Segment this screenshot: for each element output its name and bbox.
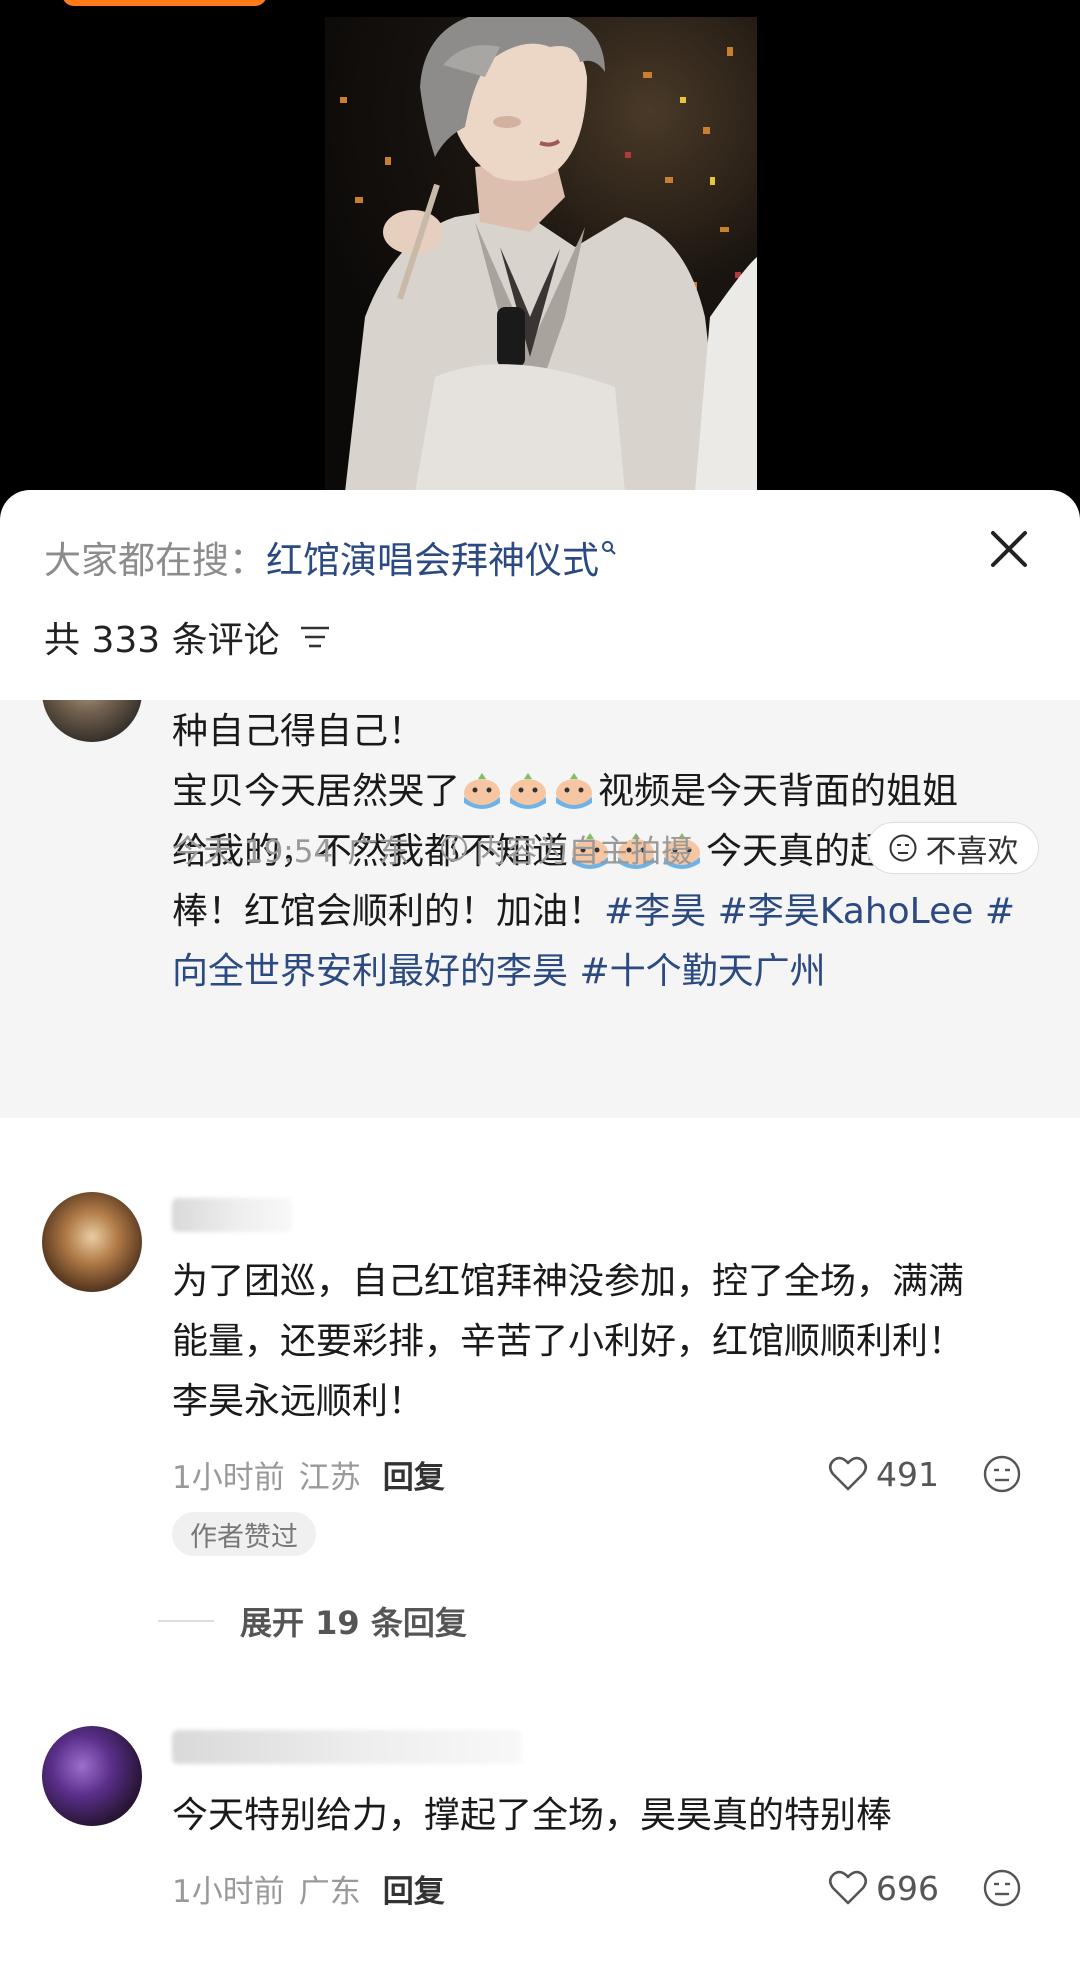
search-icon	[602, 541, 616, 555]
comment-body: 为了团巡，自己红馆拜神没参加，控了全场，满满 能量，还要彩排，辛苦了小利好，红馆…	[172, 1252, 964, 1432]
trending-search-term[interactable]: 红馆演唱会拜神仪式	[266, 530, 599, 584]
top-orange-pill[interactable]	[62, 0, 267, 6]
comment-location: 广东	[298, 1873, 361, 1910]
sort-filter-icon[interactable]	[298, 623, 332, 651]
video-frame[interactable]	[325, 17, 757, 492]
neutral-face-icon	[889, 834, 916, 862]
comment-location: 广东	[347, 833, 410, 870]
comment-line: 能量，还要彩排，辛苦了小利好，红馆顺顺利利！	[172, 1321, 965, 1362]
pinned-comment-line: 向全世界安利最好的李昊 #十个勤天广州	[172, 942, 1015, 1002]
avatar[interactable]	[42, 1726, 142, 1826]
author-liked-badge: 作者赞过	[172, 1512, 316, 1556]
hashtag-link[interactable]: #李昊KahoLee	[718, 891, 974, 932]
video-still-image	[340, 17, 757, 492]
crying-emoji-icon	[556, 773, 593, 809]
heart-outline-icon	[828, 1456, 868, 1491]
comment-line: 今天特别给力，撑起了全场，昊昊真的特别棒	[172, 1795, 893, 1836]
comment-time: 1小时前	[172, 1873, 285, 1910]
comment-time: 今天 19:54	[172, 833, 334, 870]
trending-search-row[interactable]: 大家都在搜： 红馆演唱会拜神仪式	[44, 532, 617, 582]
pinned-comment-meta: 今天 19:54 广东 内容为自主拍摄	[172, 822, 692, 874]
comment-line: 为了团巡，自己红馆拜神没参加，控了全场，满满	[172, 1261, 965, 1302]
close-icon[interactable]	[987, 527, 1031, 571]
username-blurred[interactable]	[172, 1198, 292, 1232]
comment-meta: 1小时前 广东 回复	[172, 1862, 445, 1914]
like-button[interactable]: 491	[828, 1448, 939, 1500]
like-button[interactable]: 696	[828, 1862, 939, 1914]
pinned-comment-line: 棒！红馆会顺利的！加油！#李昊 #李昊KahoLee #	[172, 882, 1015, 942]
crying-emoji-group	[460, 771, 598, 812]
comment-text-segment: 宝贝今天居然哭了	[172, 771, 461, 812]
hashtag-link[interactable]: #李昊	[604, 891, 706, 932]
expand-replies-label: 展开 19 条回复	[240, 1604, 467, 1642]
comment-line: 李昊永远顺利！	[172, 1381, 425, 1422]
comment-time: 1小时前	[172, 1459, 285, 1496]
content-notice: 内容为自主拍摄	[475, 833, 693, 870]
divider	[158, 1620, 214, 1622]
pinned-comment-line: 宝贝今天居然哭了 视频是今天背面的姐姐	[172, 762, 1015, 822]
like-count: 491	[876, 1454, 939, 1494]
heart-outline-icon	[828, 1870, 868, 1905]
reply-button[interactable]: 回复	[383, 1866, 445, 1911]
hashtag-link[interactable]: #十个勤天广州	[579, 951, 825, 992]
comment-meta: 1小时前 江苏 回复	[172, 1448, 445, 1500]
avatar[interactable]	[42, 700, 142, 742]
comment-text-segment: 棒！红馆会顺利的！加油！	[172, 891, 605, 932]
hashtag-link[interactable]: #	[985, 891, 1015, 932]
avatar[interactable]	[42, 1192, 142, 1292]
comment-count-label: 共 333 条评论	[44, 620, 280, 661]
dislike-button[interactable]: 不喜欢	[867, 822, 1039, 874]
comment-body: 今天特别给力，撑起了全场，昊昊真的特别棒	[172, 1786, 892, 1846]
neutral-face-icon[interactable]	[982, 1868, 1022, 1908]
username-blurred[interactable]	[172, 1730, 522, 1764]
reply-button[interactable]: 回复	[383, 1452, 445, 1497]
pinned-comment-line: 种自己得自己！	[172, 711, 425, 752]
dislike-label: 不喜欢	[925, 833, 1019, 870]
crying-emoji-icon	[510, 773, 547, 809]
trending-search-prefix: 大家都在搜：	[44, 539, 266, 582]
hashtag-link[interactable]: 向全世界安利最好的李昊	[172, 951, 568, 992]
info-circle-icon	[441, 834, 468, 862]
crying-emoji-icon	[464, 773, 501, 809]
expand-replies-button[interactable]: 展开 19 条回复	[158, 1598, 467, 1644]
comment-location: 江苏	[298, 1459, 361, 1496]
comment-text-segment: 视频是今天背面的姐姐	[598, 771, 959, 812]
video-player[interactable]	[0, 0, 1080, 510]
neutral-face-icon[interactable]	[982, 1454, 1022, 1494]
comment-count-row: 共 333 条评论	[44, 612, 332, 662]
like-count: 696	[876, 1868, 939, 1908]
